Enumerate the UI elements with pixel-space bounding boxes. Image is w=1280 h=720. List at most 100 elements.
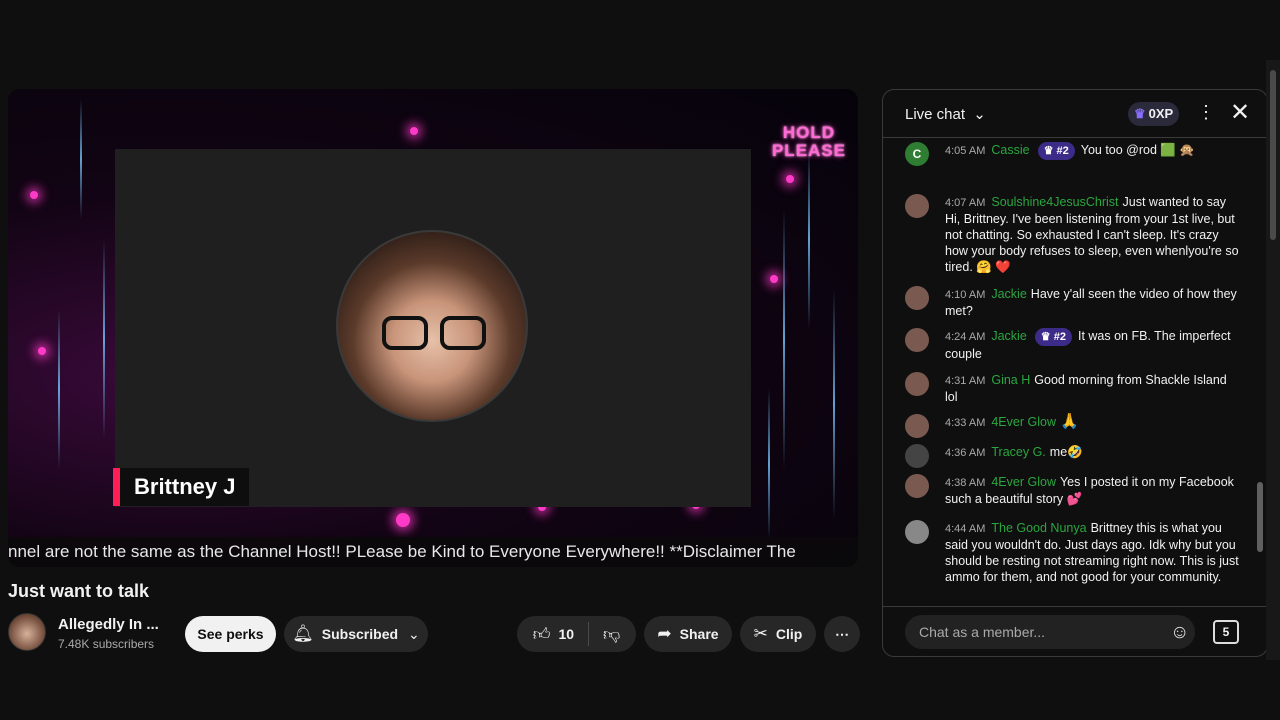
chat-input-bar: ☺ 5 — [883, 606, 1267, 656]
more-actions-button[interactable]: ⋯ — [824, 616, 860, 652]
more-icon: ⋯ — [835, 625, 849, 642]
hold-please-logo: HOLD PLEASE — [771, 123, 846, 160]
video-player[interactable]: HOLD PLEASE Brittney J nnel are not the … — [8, 89, 858, 567]
author-avatar[interactable]: C — [905, 142, 929, 166]
message-time: 4:44 AM — [945, 523, 986, 535]
light-dot — [786, 175, 794, 183]
message-time: 4:05 AM — [945, 145, 986, 157]
message-text: It was on FB. The imperfect couple — [945, 329, 1231, 361]
message-time: 4:38 AM — [945, 477, 986, 489]
light-dot — [30, 191, 38, 199]
light-streak — [833, 289, 835, 519]
rank-badge: ♛ #2 — [1037, 142, 1075, 160]
see-perks-button[interactable]: See perks — [185, 616, 276, 652]
share-button[interactable]: ➦ Share — [644, 616, 732, 652]
message-author[interactable]: The Good Nunya — [991, 521, 1086, 535]
message-text: Good morning from Shackle Island lol — [945, 373, 1227, 404]
channel-avatar[interactable] — [8, 613, 46, 651]
message-time: 4:33 AM — [945, 417, 986, 429]
chat-message: 4:38 AM 4Ever Glow Yes I posted it on my F… — [905, 474, 1241, 507]
author-avatar[interactable] — [905, 194, 929, 218]
chat-message: 4:36 AM Tracey G. me🤣 — [905, 444, 1241, 468]
light-streak — [768, 389, 770, 539]
live-chat-panel: Live chat ⌄ ♛ 0XP ⋮ ✕ C 4:05 AM Cassie ♛ #2… — [882, 89, 1268, 657]
message-author[interactable]: Jackie — [991, 329, 1026, 343]
author-avatar[interactable] — [905, 286, 929, 310]
divider — [588, 622, 590, 646]
see-perks-label: See perks — [197, 626, 264, 642]
chat-mode-dropdown[interactable]: Live chat ⌄ — [905, 105, 986, 123]
light-streak — [808, 149, 810, 329]
message-author[interactable]: Jackie — [991, 287, 1026, 301]
smiley-icon[interactable]: ☺ — [1170, 622, 1189, 644]
light-streak — [783, 209, 785, 469]
chat-menu-icon[interactable]: ⋮ — [1197, 102, 1215, 123]
xp-badge[interactable]: ♛ 0XP — [1128, 102, 1180, 126]
author-avatar[interactable] — [905, 328, 929, 352]
page-scrollbar-thumb[interactable] — [1270, 70, 1276, 240]
share-label: Share — [679, 626, 719, 642]
message-author[interactable]: Cassie — [991, 143, 1029, 157]
close-icon[interactable]: ✕ — [1230, 98, 1250, 127]
subscribed-button[interactable]: 🔔︎ Subscribed ⌄ — [284, 616, 428, 652]
glasses-graphic — [382, 316, 486, 352]
message-text: 🙏 — [1059, 413, 1079, 430]
chat-message: 4:24 AM Jackie ♛ #2 It was on FB. The imper… — [905, 328, 1241, 362]
like-count[interactable]: 10 — [558, 626, 574, 642]
like-dislike-group: 👍︎ 10 👎︎ — [517, 616, 636, 652]
scrolling-ticker: nnel are not the same as the Channel Hos… — [8, 537, 858, 567]
name-tag-accent — [113, 468, 120, 506]
superchat-icon[interactable]: 5 — [1213, 620, 1239, 644]
message-time: 4:24 AM — [945, 331, 986, 343]
crown-icon: ♛ — [1134, 106, 1146, 121]
message-author[interactable]: Tracey G. — [991, 445, 1045, 459]
page-scrollbar[interactable] — [1266, 60, 1280, 660]
author-avatar[interactable] — [905, 444, 929, 468]
message-author[interactable]: 4Ever Glow — [991, 415, 1056, 429]
message-author[interactable]: 4Ever Glow — [991, 475, 1056, 489]
message-author[interactable]: Soulshine4JesusChrist — [991, 195, 1118, 209]
author-avatar[interactable] — [905, 372, 929, 396]
chat-title: Live chat — [905, 106, 966, 123]
message-text: Brittney this is what you said you would… — [945, 521, 1239, 584]
presenter-name: Brittney J — [134, 474, 236, 499]
author-avatar[interactable] — [905, 474, 929, 498]
light-dot — [396, 513, 410, 527]
dislike-icon[interactable]: 👎︎ — [603, 624, 620, 645]
subscribed-label: Subscribed — [321, 626, 399, 642]
chevron-down-icon: ⌄ — [408, 625, 420, 642]
subscriber-count: 7.48K subscribers — [58, 637, 155, 651]
light-streak — [58, 309, 60, 469]
message-text: Yes I posted it on my Facebook such a be… — [945, 475, 1234, 506]
like-icon[interactable]: 👍︎ — [533, 624, 551, 645]
message-time: 4:36 AM — [945, 447, 986, 459]
light-dot — [770, 275, 778, 283]
chat-message: 4:07 AM Soulshine4JesusChrist Just wanted … — [905, 194, 1241, 275]
chevron-down-icon: ⌄ — [973, 106, 986, 123]
chat-header: Live chat ⌄ ♛ 0XP ⋮ ✕ — [883, 90, 1267, 138]
chat-message: 4:44 AM The Good Nunya Brittney this is wh… — [905, 520, 1241, 585]
light-dot — [410, 127, 418, 135]
chat-scrollbar[interactable] — [1257, 142, 1263, 652]
scissors-icon: ✂ — [753, 624, 768, 643]
presenter-name-tag: Brittney J — [113, 468, 250, 506]
chat-input[interactable] — [905, 615, 1195, 649]
clip-label: Clip — [775, 626, 803, 642]
chat-message: 4:33 AM 4Ever Glow 🙏 — [905, 413, 1241, 438]
light-streak — [80, 99, 82, 219]
light-streak — [103, 239, 105, 439]
clip-button[interactable]: ✂ Clip — [740, 616, 816, 652]
channel-name[interactable]: Allegedly In ... — [58, 616, 159, 633]
chat-message: 4:31 AM Gina H Good morning from Shackle I… — [905, 372, 1241, 405]
chat-scrollbar-thumb[interactable] — [1257, 482, 1263, 552]
xp-value: 0XP — [1148, 106, 1174, 121]
page: HOLD PLEASE Brittney J nnel are not the … — [0, 0, 1280, 720]
light-dot — [38, 347, 46, 355]
chat-message: 4:10 AM Jackie Have y'all seen the video o… — [905, 286, 1241, 319]
video-title: Just want to talk — [8, 581, 150, 601]
author-avatar[interactable] — [905, 520, 929, 544]
message-time: 4:10 AM — [945, 289, 986, 301]
rank-badge: ♛ #2 — [1034, 328, 1072, 346]
message-author[interactable]: Gina H — [991, 373, 1030, 387]
author-avatar[interactable] — [905, 414, 929, 438]
